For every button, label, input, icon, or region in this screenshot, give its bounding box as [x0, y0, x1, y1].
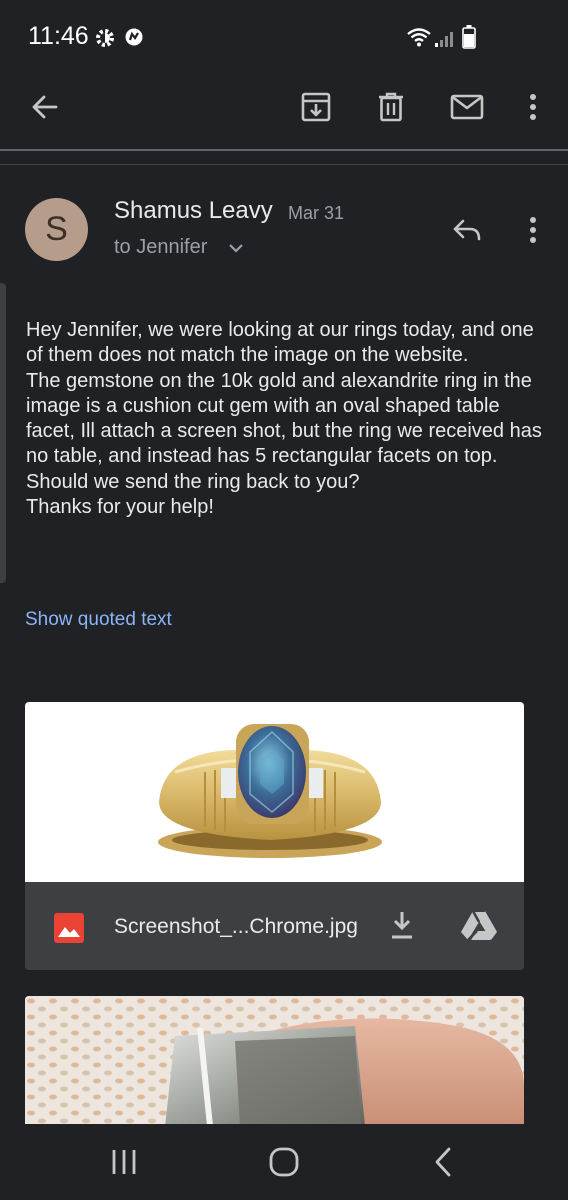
ring-image — [158, 724, 382, 858]
message-more-icon[interactable] — [523, 214, 543, 246]
delete-icon[interactable] — [367, 76, 415, 138]
ring-photo-image — [25, 996, 524, 1126]
sender-name[interactable]: Shamus Leavy — [114, 197, 273, 225]
subject-divider — [0, 164, 568, 165]
attachment-preview-image[interactable] — [25, 702, 524, 882]
mark-unread-icon[interactable] — [443, 76, 491, 138]
body-paragraph: Hey Jennifer, we were looking at our rin… — [26, 319, 534, 367]
message-date: Mar 31 — [288, 203, 345, 223]
system-nav-bar — [0, 1124, 568, 1200]
drive-icon[interactable] — [461, 910, 497, 942]
archive-icon[interactable] — [292, 76, 340, 138]
attachment-preview-image-2[interactable] — [25, 996, 524, 1126]
avatar[interactable]: S — [25, 198, 88, 261]
battery-icon — [462, 25, 476, 54]
back-arrow-icon[interactable] — [20, 76, 68, 138]
wifi-icon — [406, 26, 432, 53]
reply-icon[interactable] — [449, 214, 485, 246]
status-bar: 11:46 — [0, 0, 568, 76]
toolbar-divider — [0, 149, 568, 151]
show-quoted-text-link[interactable]: Show quoted text — [25, 609, 172, 631]
chevron-down-icon[interactable] — [228, 241, 244, 259]
back-nav-icon[interactable] — [403, 1124, 483, 1200]
more-vert-icon[interactable] — [509, 76, 557, 138]
attachment-footer: Screenshot_...Chrome.jpg — [25, 882, 524, 970]
recipient-label[interactable]: to Jennifer — [114, 236, 207, 259]
body-paragraph: The gemstone on the 10k gold and alexand… — [26, 369, 542, 493]
message-body: Hey Jennifer, we were looking at our rin… — [26, 318, 546, 520]
home-icon[interactable] — [244, 1124, 324, 1200]
notification-app-icon — [124, 27, 144, 52]
image-file-icon — [54, 913, 84, 948]
body-paragraph: Thanks for your help! — [26, 496, 214, 519]
recent-apps-icon[interactable] — [84, 1124, 164, 1200]
toolbar — [0, 76, 568, 138]
attachment-card[interactable]: Screenshot_...Chrome.jpg — [25, 702, 524, 970]
status-time: 11:46 — [28, 22, 89, 50]
attachment-filename[interactable]: Screenshot_...Chrome.jpg — [114, 915, 358, 939]
signal-icon — [434, 30, 456, 53]
edge-panel-handle[interactable] — [0, 283, 6, 583]
settings-gear-status-icon — [94, 27, 116, 54]
download-icon[interactable] — [390, 910, 420, 942]
avatar-letter: S — [45, 210, 68, 248]
